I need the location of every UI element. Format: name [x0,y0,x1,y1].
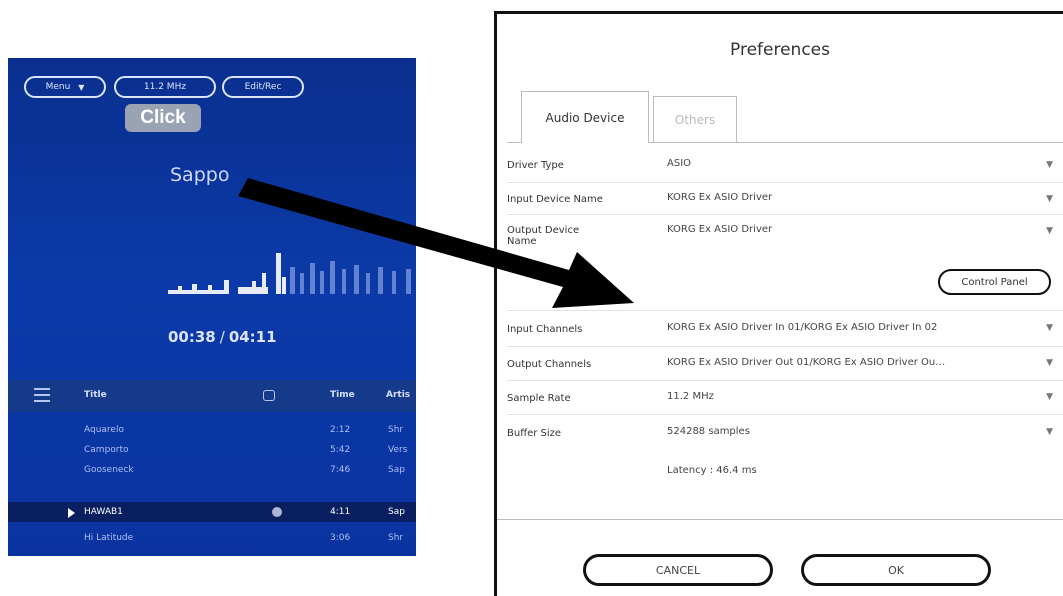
tab-others[interactable]: Others [653,96,737,142]
driver-type-dropdown-icon[interactable]: ▼ [1046,160,1053,170]
elapsed-time: 00:38 [168,328,216,346]
ok-button[interactable]: OK [801,554,991,586]
input-device-label: Input Device Name [507,194,603,205]
output-channels-label: Output Channels [507,359,592,370]
row-artist: Shr [388,425,404,435]
sample-rate-value: 11.2 MHz [667,391,714,402]
buffer-size-dropdown-icon[interactable]: ▼ [1046,427,1053,437]
tab-audio-device[interactable]: Audio Device [521,91,649,143]
edit-rec-label: Edit/Rec [244,82,282,92]
row-time: 7:46 [330,465,351,475]
row-title: Aquarelo [84,425,124,435]
output-channels-value: KORG Ex ASIO Driver Out 01/KORG Ex ASIO … [667,357,946,368]
row-artist: Shr [388,533,404,543]
playlist-row[interactable]: Camporto 5:42 Vers [8,440,416,460]
row-artist: Sap [388,465,405,475]
dialog-title: Preferences [730,40,830,60]
control-panel-button[interactable]: Control Panel [938,269,1051,295]
column-title[interactable]: Title [84,390,107,400]
column-format-icon [263,390,275,401]
input-device-row[interactable]: Input Device Name KORG Ex ASIO Driver ▼ [507,182,1063,215]
edit-rec-button[interactable]: Edit/Rec [222,76,304,98]
input-channels-value: KORG Ex ASIO Driver In 01/KORG Ex ASIO D… [667,322,938,333]
column-time[interactable]: Time [330,390,355,400]
buffer-size-label: Buffer Size [507,428,562,439]
driver-type-value: ASIO [667,158,692,169]
row-artist: Vers [388,445,408,455]
row-time: 3:06 [330,533,351,543]
output-channels-row[interactable]: Output Channels KORG Ex ASIO Driver Out … [507,346,1063,381]
menu-button[interactable]: Menu ▼ [24,76,106,98]
tab-audio-device-label: Audio Device [545,110,625,125]
track-name: Sappo [170,164,230,186]
playlist-row[interactable]: Hi Latitude 3:06 Shr [8,528,416,548]
playlist-header: Title Time Artis [8,380,416,412]
cancel-button[interactable]: CANCEL [583,554,773,586]
playlist-row-selected[interactable]: HAWAB1 4:11 Sap [8,502,416,522]
click-callout: Click [125,104,201,132]
output-device-value: KORG Ex ASIO Driver [667,224,773,235]
row-title: Gooseneck [84,465,134,475]
playback-time: 00:38/04:11 [168,328,277,346]
row-title: HAWAB1 [84,507,123,517]
driver-type-row[interactable]: Driver Type ASIO ▼ [507,148,1063,183]
preferences-dialog: Preferences Audio Device Others Driver T… [494,11,1063,596]
buffer-size-row[interactable]: Buffer Size 524288 samples ▼ [507,414,1063,448]
input-channels-dropdown-icon[interactable]: ▼ [1046,323,1053,333]
input-device-dropdown-icon[interactable]: ▼ [1046,194,1053,204]
buffer-size-value: 524288 samples [667,426,750,437]
format-badge-icon [272,507,282,517]
column-artist[interactable]: Artis [386,390,410,400]
sample-rate-row[interactable]: Sample Rate 11.2 MHz ▼ [507,380,1063,415]
playlist-row[interactable]: Aquarelo 2:12 Shr [8,420,416,440]
time-separator: / [219,328,225,346]
output-device-row[interactable]: Output Device Name KORG Ex ASIO Driver ▼ [507,214,1063,311]
input-channels-row[interactable]: Input Channels KORG Ex ASIO Driver In 01… [507,310,1063,347]
menu-button-label: Menu [45,82,71,92]
tab-others-label: Others [674,112,716,127]
sample-rate-dropdown-icon[interactable]: ▼ [1046,392,1053,402]
menu-dropdown-icon: ▼ [78,82,85,92]
input-device-value: KORG Ex ASIO Driver [667,192,773,203]
row-title: Camporto [84,445,129,455]
hamburger-menu-icon[interactable] [34,388,50,402]
output-device-label: Output Device Name [507,225,580,247]
sample-rate-label: Sample Rate [507,393,571,404]
row-time: 2:12 [330,425,351,435]
sample-rate-button[interactable]: 11.2 MHz [114,76,216,98]
playlist-row[interactable]: Gooseneck 7:46 Sap [8,460,416,480]
row-artist: Sap [388,507,405,517]
driver-type-label: Driver Type [507,160,564,171]
play-icon [68,508,75,518]
latency-readout: Latency : 46.4 ms [667,465,757,476]
output-channels-dropdown-icon[interactable]: ▼ [1046,358,1053,368]
row-time: 4:11 [330,507,351,517]
waveform [168,253,411,294]
sample-rate-label: 11.2 MHz [143,82,187,92]
footer-divider [497,519,1063,520]
player-panel: Menu ▼ 11.2 MHz Edit/Rec Click Sappo 00:… [8,58,416,556]
row-time: 5:42 [330,445,351,455]
output-device-dropdown-icon[interactable]: ▼ [1046,226,1053,236]
total-time: 04:11 [228,328,277,346]
input-channels-label: Input Channels [507,324,583,335]
row-title: Hi Latitude [84,533,134,543]
